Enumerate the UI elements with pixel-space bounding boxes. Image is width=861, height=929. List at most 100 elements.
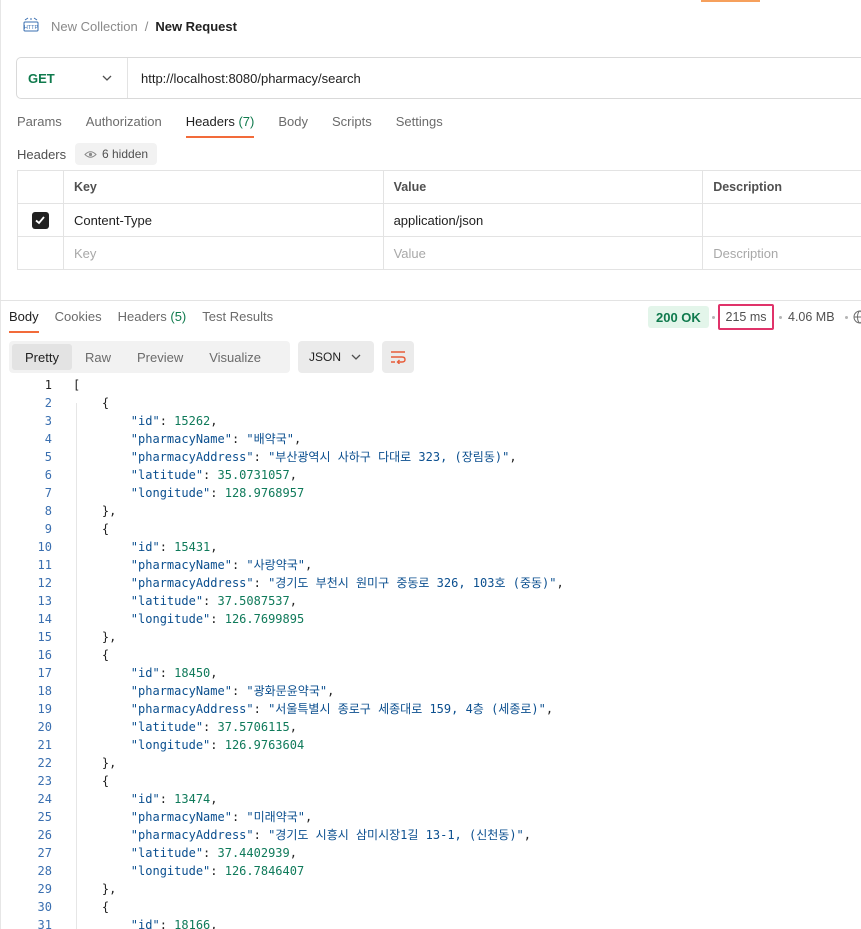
code-line: 5 "pharmacyAddress": "부산광역시 사하구 다대로 323,… [0, 448, 861, 466]
breadcrumb-collection[interactable]: New Collection [51, 19, 138, 34]
format-select[interactable]: JSON [298, 341, 374, 373]
tab-settings[interactable]: Settings [396, 114, 443, 138]
separator-dot [845, 316, 848, 319]
table-header-row: Key Value Description [18, 171, 861, 204]
tab-label: Params [17, 114, 62, 129]
breadcrumb-request-name[interactable]: New Request [155, 19, 237, 34]
line-number: 10 [37, 540, 52, 554]
line-number: 16 [37, 648, 52, 662]
code-line: 23 { [0, 772, 861, 790]
code-line: 17 "id": 18450, [0, 664, 861, 682]
code-text: "pharmacyAddress": "경기도 시흥시 삼미시장1길 13-1,… [130, 828, 532, 842]
wrap-lines-button[interactable] [382, 341, 414, 373]
code-text: "pharmacyName": "배약국", [130, 432, 302, 446]
tab-label: Scripts [331, 114, 372, 129]
status-badge[interactable]: 200 OK [648, 306, 709, 328]
view-raw-button[interactable]: Raw [72, 344, 124, 370]
line-number: 6 [44, 468, 52, 482]
chevron-down-icon [102, 75, 112, 81]
view-visualize-button[interactable]: Visualize [196, 344, 274, 370]
separator-dot [712, 316, 715, 319]
line-number: 26 [37, 828, 52, 842]
view-mode-group: Pretty Raw Preview Visualize [9, 341, 290, 373]
line-number: 14 [37, 612, 52, 626]
table-row-empty: Key Value Description [18, 237, 861, 270]
code-line: 4 "pharmacyName": "배약국", [0, 430, 861, 448]
line-number: 5 [44, 450, 52, 464]
code-text: { [73, 774, 110, 788]
line-number: 17 [37, 666, 52, 680]
line-number: 7 [44, 486, 52, 500]
code-line: 9 { [0, 520, 861, 538]
code-text: "id": 13474, [130, 792, 218, 806]
response-tabs: Body Cookies Headers (5) Test Results [9, 309, 289, 333]
http-request-icon: HTTP [23, 17, 39, 32]
line-number: 31 [37, 918, 52, 929]
code-text: { [73, 396, 110, 410]
code-text: "id": 18166, [130, 918, 218, 929]
header-description-cell[interactable] [703, 204, 861, 236]
column-value-header: Value [384, 171, 704, 203]
separator-dot [779, 316, 782, 319]
method-select[interactable]: GET [17, 58, 128, 98]
tab-test-results[interactable]: Test Results [202, 309, 273, 333]
code-text: }, [73, 882, 117, 896]
header-key-cell[interactable]: Content-Type [64, 204, 384, 236]
tab-authorization[interactable]: Authorization [86, 114, 162, 138]
code-text: "longitude": 126.9763604 [130, 738, 305, 752]
code-text: "id": 15262, [130, 414, 218, 428]
tab-response-headers[interactable]: Headers (5) [118, 309, 187, 333]
line-number: 15 [37, 630, 52, 644]
response-body-viewer[interactable]: 1[2 {3 "id": 15262, 4 "pharmacyName": "배약… [0, 376, 861, 929]
code-line: 27 "latitude": 37.4402939, [0, 844, 861, 862]
tab-headers[interactable]: Headers (7) [185, 114, 254, 138]
response-time[interactable]: 215 ms [718, 304, 774, 330]
breadcrumb-separator: / [144, 18, 149, 34]
response-size[interactable]: 4.06 MB [788, 310, 835, 324]
code-text: { [73, 900, 110, 914]
header-enabled-checkbox[interactable] [31, 211, 49, 229]
code-line: 20 "latitude": 37.5706115, [0, 718, 861, 736]
pane-divider[interactable] [0, 300, 861, 301]
tab-cookies[interactable]: Cookies [55, 309, 102, 333]
line-number: 1 [44, 378, 52, 392]
code-text: "latitude": 37.4402939, [130, 846, 297, 860]
line-number: 30 [37, 900, 52, 914]
new-description-input[interactable]: Description [703, 237, 861, 269]
code-line: 28 "longitude": 126.7846407 [0, 862, 861, 880]
new-key-input[interactable]: Key [64, 237, 384, 269]
code-line: 1[ [0, 376, 861, 394]
tab-params[interactable]: Params [17, 114, 62, 138]
tab-response-body[interactable]: Body [9, 309, 39, 333]
code-text: "pharmacyAddress": "서울특별시 종로구 세종대로 159, … [130, 702, 554, 716]
url-input[interactable]: http://localhost:8080/pharmacy/search [128, 71, 361, 86]
line-number: 18 [37, 684, 52, 698]
view-preview-button[interactable]: Preview [124, 344, 196, 370]
tab-label: Headers [185, 114, 235, 129]
code-text: "longitude": 126.7846407 [130, 864, 305, 878]
window-accent-bar [701, 0, 760, 2]
eye-icon [84, 150, 97, 158]
code-line: 3 "id": 15262, [0, 412, 861, 430]
code-text: "pharmacyName": "사랑약국", [130, 558, 313, 572]
header-value-cell[interactable]: application/json [384, 204, 704, 236]
code-text: "pharmacyName": "광화문윤약국", [130, 684, 335, 698]
globe-icon[interactable] [853, 310, 861, 324]
line-number: 19 [37, 702, 52, 716]
hidden-headers-toggle[interactable]: 6 hidden [75, 143, 158, 165]
tab-count: (5) [170, 309, 187, 324]
code-text: "latitude": 35.0731057, [130, 468, 297, 482]
code-text: "pharmacyAddress": "부산광역시 사하구 다대로 323, (… [130, 450, 517, 464]
code-text: "id": 15431, [130, 540, 218, 554]
code-text: { [73, 522, 110, 536]
code-text: "latitude": 37.5706115, [130, 720, 297, 734]
view-pretty-button[interactable]: Pretty [12, 344, 72, 370]
code-text: "latitude": 37.5087537, [130, 594, 297, 608]
code-text: "longitude": 126.7699895 [130, 612, 305, 626]
tab-body[interactable]: Body [278, 114, 308, 138]
new-value-input[interactable]: Value [384, 237, 704, 269]
code-line: 21 "longitude": 126.9763604 [0, 736, 861, 754]
column-key-header: Key [64, 171, 384, 203]
tab-scripts[interactable]: Scripts [332, 114, 372, 138]
code-line: 16 { [0, 646, 861, 664]
